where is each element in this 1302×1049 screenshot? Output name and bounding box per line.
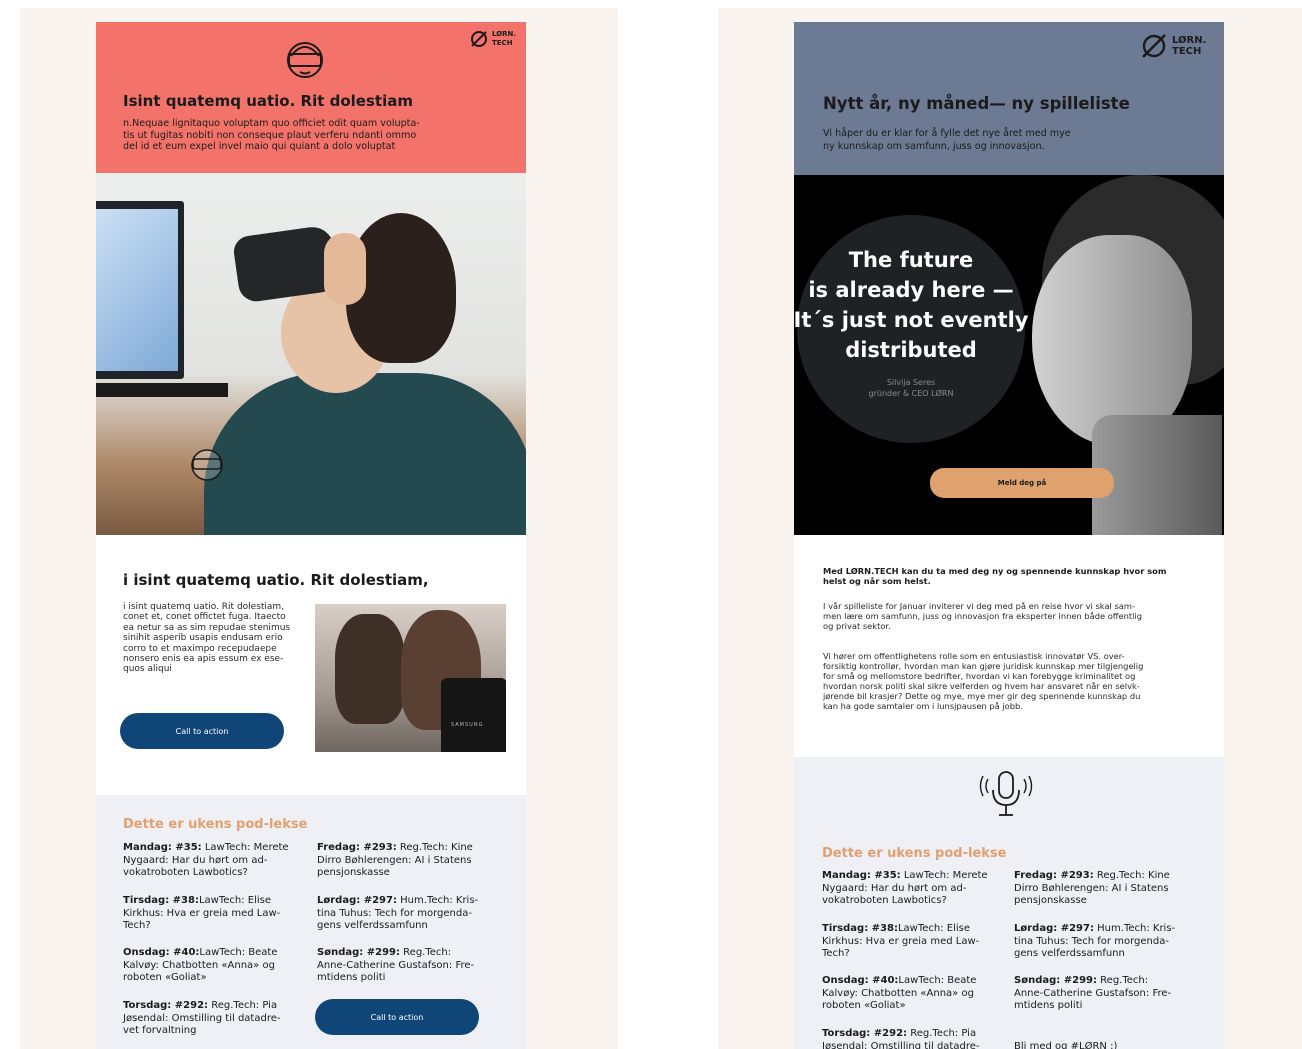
quote-author: Silvija Seres gründer & CEO LØRN [868,378,954,398]
right-email: LØRN. TECH Nytt år, ny måned— ny spillel… [794,22,1224,1049]
pod-entry: Lørdag: #297: Hum.Tech: Kris- tina Tuhus… [317,895,479,931]
right-header: LØRN. TECH Nytt år, ny måned— ny spillel… [794,22,1224,175]
left-logo: LØRN. TECH [470,30,516,48]
pod-entry: Mandag: #35: LawTech: Merete Nygaard: Ha… [822,870,988,906]
quote-text: The future is already here — It´s just n… [794,248,1029,362]
left-body-text: i isint quatemq uatio. Rit dolestiam, co… [123,602,291,675]
pod-cta-button[interactable]: Call to action [315,999,479,1035]
left-cta-button[interactable]: Call to action [120,713,284,749]
pod-entry: Torsdag: #292: Reg.Tech: Pia Jøsendal: O… [822,1028,980,1049]
tablet-label: SAMSUNG [451,722,484,728]
pod-entry: Søndag: #299: Reg.Tech: Anne-Catherine G… [1014,975,1172,1011]
pod-entry: Tirsdag: #38:LawTech: Elise Kirkhus: Hva… [822,923,980,959]
logo-text: LØRN. TECH [492,30,517,47]
left-pod-section: Dette er ukens pod-lekse Mandag: #35: La… [96,795,526,1049]
pod-entry: Onsdag: #40:LawTech: Beate Kalvøy: Chatb… [123,947,278,983]
para-1: I vår spilleliste for Januar inviterer v… [823,601,1143,631]
lead-text: Med LØRN.TECH kan du ta med deg ny og sp… [823,566,1167,586]
person-body [204,373,526,535]
vr-headset-icon [287,42,323,78]
pod-entry: Fredag: #293: Reg.Tech: Kine Dirro Bøhle… [1014,870,1170,906]
pod-entry: Tirsdag: #38:LawTech: Elise Kirkhus: Hva… [123,895,281,931]
right-logo: LØRN. TECH [1140,32,1206,60]
hand [324,233,366,305]
lorn-logo-icon [1142,34,1166,58]
pod-entry: Søndag: #299: Reg.Tech: Anne-Catherine G… [317,947,475,983]
left-intro: n.Nequae lignitaquo voluptam quo officie… [123,118,420,153]
logo-text: LØRN. TECH [1172,35,1207,57]
left-header: LØRN. TECH Isint quatemq uatio. Rit dole… [96,22,526,173]
portrait-face [1032,235,1192,445]
right-pod-section: Dette er ukens pod-lekse Mandag: #35: La… [794,757,1224,1049]
hero-photo-vr [96,173,526,535]
photo-two-women: SAMSUNG [315,604,506,752]
pod-section-title: Dette er ukens pod-lekse [123,817,308,832]
pod-entry: Fredag: #293: Reg.Tech: Kine Dirro Bøhle… [317,842,473,878]
closing-text: Bli med og #LØRN :) [1014,1041,1118,1049]
pod-entry: Mandag: #35: LawTech: Merete Nygaard: Ha… [123,842,289,878]
microphone-icon [979,771,1033,816]
left-title: Isint quatemq uatio. Rit dolestiam [123,92,413,110]
left-email: LØRN. TECH Isint quatemq uatio. Rit dole… [96,22,526,1049]
lorn-logo-icon [471,31,487,47]
pod-section-title: Dette er ukens pod-lekse [822,846,1007,861]
pod-entry: Torsdag: #292: Reg.Tech: Pia Jøsendal: O… [123,1000,281,1036]
quote-hero: The future is already here — It´s just n… [794,175,1224,535]
right-intro: Vi håper du er klar for å fylle det nye … [823,128,1071,152]
register-button[interactable]: Meld deg på [930,468,1114,498]
vr-headset-badge-icon [191,449,223,481]
para-2: Vi hører om offentlighetens rolle som en… [823,651,1144,711]
left-section-title: i isint quatemq uatio. Rit dolestiam, [123,571,429,589]
pod-entry: Lørdag: #297: Hum.Tech: Kris- tina Tuhus… [1014,923,1176,959]
pod-entry: Onsdag: #40:LawTech: Beate Kalvøy: Chatb… [822,975,977,1011]
right-title: Nytt år, ny måned— ny spilleliste [823,94,1130,113]
